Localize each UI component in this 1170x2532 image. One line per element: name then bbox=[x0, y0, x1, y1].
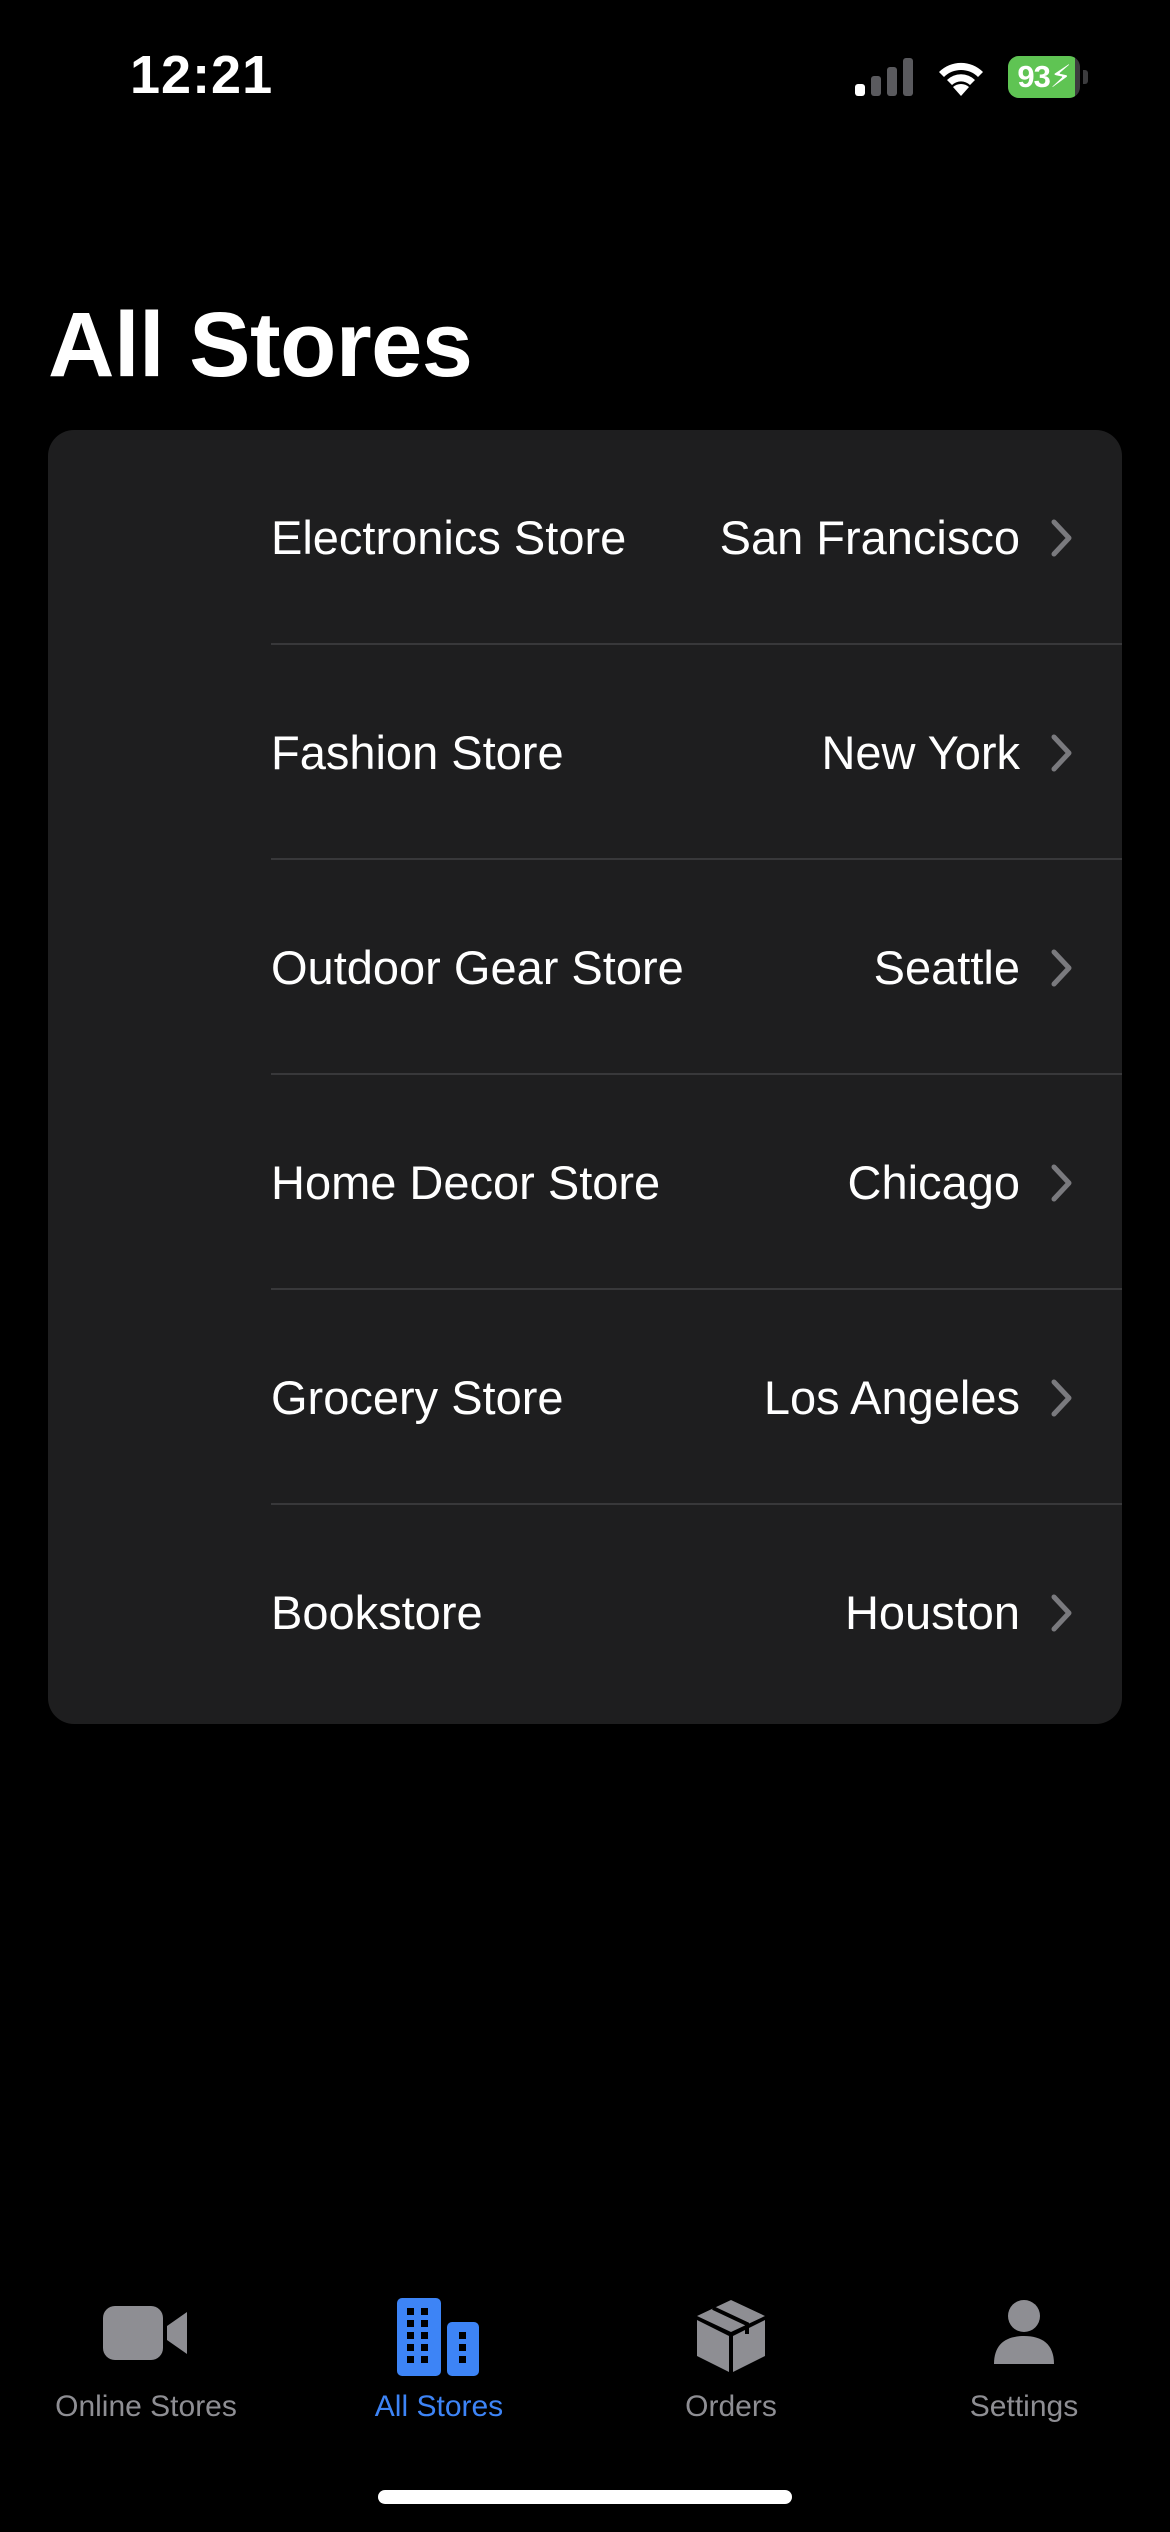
store-city: Chicago bbox=[847, 1156, 1020, 1209]
page-title: All Stores bbox=[48, 294, 473, 396]
tab-all-stores[interactable]: All Stores bbox=[293, 2280, 585, 2440]
person-icon bbox=[992, 2298, 1056, 2373]
cellular-signal-icon bbox=[855, 58, 913, 96]
store-row[interactable]: Fashion Store New York bbox=[48, 645, 1122, 860]
chevron-right-icon bbox=[1051, 1594, 1072, 1632]
store-row[interactable]: Outdoor Gear Store Seattle bbox=[48, 860, 1122, 1075]
chevron-right-icon bbox=[1051, 519, 1072, 557]
store-name: Home Decor Store bbox=[271, 1156, 661, 1209]
battery-cap bbox=[1083, 70, 1088, 84]
store-city: Houston bbox=[844, 1586, 1020, 1639]
chevron-right-icon bbox=[1051, 949, 1072, 987]
buildings-icon bbox=[397, 2298, 481, 2381]
shipping-box-icon bbox=[695, 2298, 767, 2379]
home-indicator bbox=[378, 2490, 792, 2504]
wifi-icon bbox=[939, 62, 983, 96]
store-name: Bookstore bbox=[271, 1586, 483, 1639]
store-name: Outdoor Gear Store bbox=[271, 941, 684, 994]
tab-online-stores[interactable]: Online Stores bbox=[0, 2280, 292, 2440]
store-name: Fashion Store bbox=[271, 726, 564, 779]
battery-body: 93⚡ bbox=[1008, 56, 1080, 98]
tab-orders[interactable]: Orders bbox=[585, 2280, 877, 2440]
store-name: Grocery Store bbox=[271, 1371, 564, 1424]
chevron-right-icon bbox=[1051, 1379, 1072, 1417]
tab-label: Orders bbox=[685, 2390, 777, 2423]
tab-label: All Stores bbox=[374, 2390, 504, 2423]
store-list: Electronics Store San Francisco Fashion St… bbox=[48, 430, 1122, 1724]
charging-bolt-icon: ⚡ bbox=[1049, 59, 1072, 94]
store-city: New York bbox=[821, 726, 1020, 779]
status-time: 12:21 bbox=[130, 45, 274, 105]
tab-label: Online Stores bbox=[55, 2390, 237, 2423]
chevron-right-icon bbox=[1051, 1164, 1072, 1202]
battery-percent-value: 93 bbox=[1017, 59, 1050, 94]
store-city: San Francisco bbox=[719, 511, 1020, 564]
store-city: Seattle bbox=[873, 941, 1020, 994]
video-camera-icon bbox=[101, 2298, 191, 2373]
battery-percent: 93⚡ bbox=[1008, 56, 1080, 98]
store-row[interactable]: Electronics Store San Francisco bbox=[48, 430, 1122, 645]
store-name: Electronics Store bbox=[271, 511, 627, 564]
tab-settings[interactable]: Settings bbox=[878, 2280, 1170, 2440]
battery-indicator: 93⚡ bbox=[1008, 56, 1088, 98]
tab-label: Settings bbox=[969, 2390, 1079, 2423]
store-row[interactable]: Bookstore Houston bbox=[48, 1505, 1122, 1720]
store-city: Los Angeles bbox=[763, 1371, 1020, 1424]
chevron-right-icon bbox=[1051, 734, 1072, 772]
store-row[interactable]: Home Decor Store Chicago bbox=[48, 1075, 1122, 1290]
store-row[interactable]: Grocery Store Los Angeles bbox=[48, 1290, 1122, 1505]
status-bar: 12:21 93⚡ bbox=[0, 0, 1170, 150]
